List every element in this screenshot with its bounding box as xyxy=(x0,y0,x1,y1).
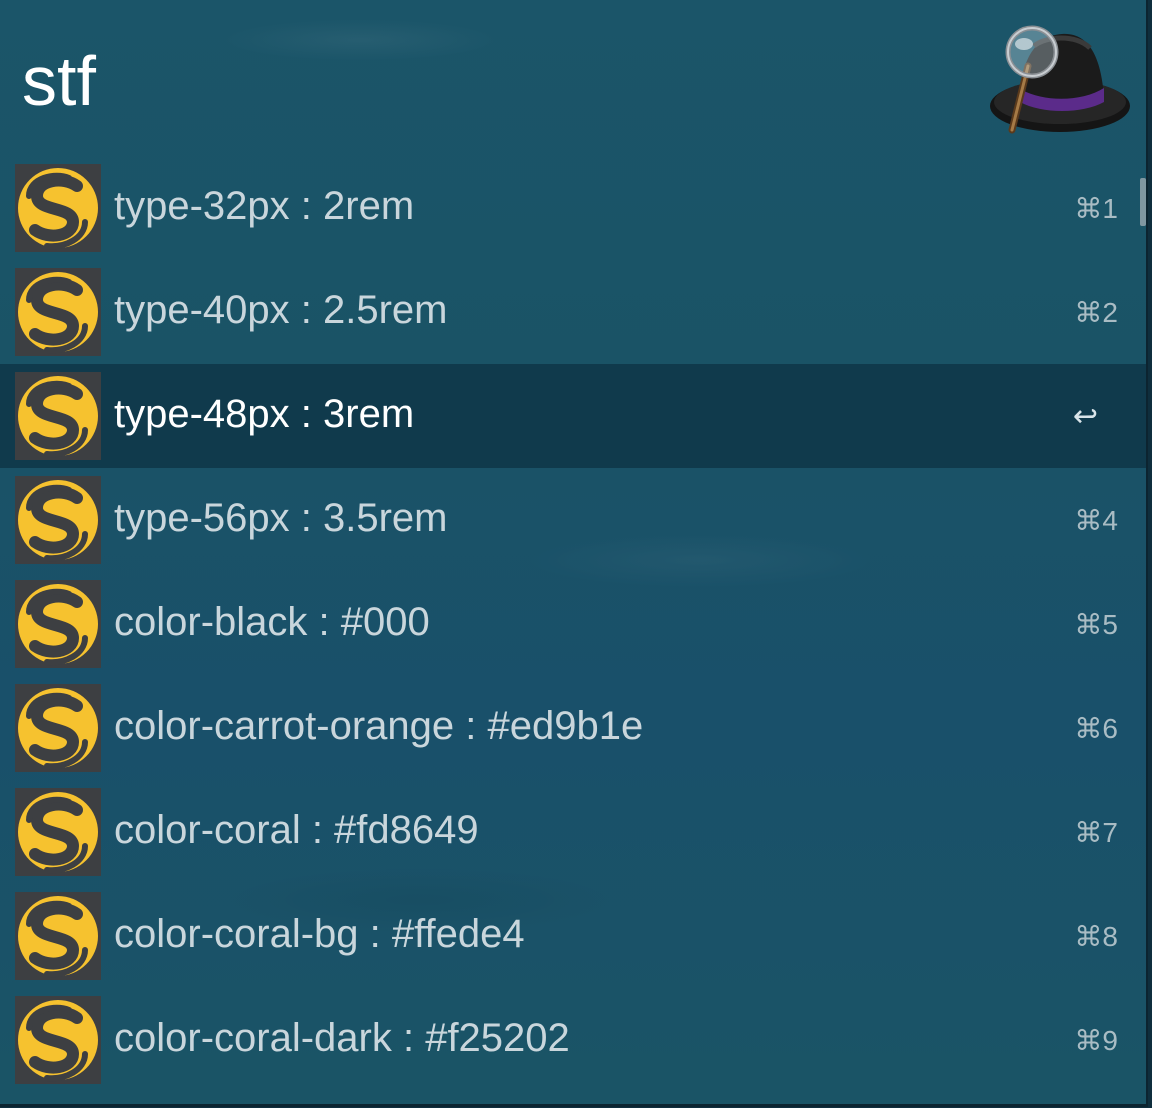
sass-s-logo-icon xyxy=(15,372,101,460)
sass-s-logo-icon xyxy=(15,684,101,772)
result-shortcut: ⌘1 xyxy=(1074,193,1118,224)
sass-s-logo-icon xyxy=(15,164,101,252)
result-title: color-coral-dark : #f25202 xyxy=(114,1016,570,1060)
search-bar[interactable]: stf xyxy=(0,0,1146,160)
alfred-window: stf type-32px : 2rem ⌘1 type-40px: 2.5r… xyxy=(0,0,1148,1107)
sass-s-logo-icon xyxy=(15,892,101,980)
result-title: type-40px : 2.5rem xyxy=(114,288,448,332)
sass-s-logo-icon xyxy=(15,476,101,564)
result-shortcut: ⌘9 xyxy=(1074,1025,1118,1056)
result-title: color-coral-bg : #ffede4 xyxy=(114,912,525,956)
result-shortcut: ⌘4 xyxy=(1074,505,1118,536)
result-item[interactable]: type-32px : 2rem ⌘1 xyxy=(0,156,1146,260)
result-shortcut: ⌘5 xyxy=(1074,609,1118,640)
result-item[interactable]: type-40px : 2.5rem ⌘2 xyxy=(0,260,1146,364)
result-item[interactable]: type-56px : 3.5rem ⌘4 xyxy=(0,468,1146,572)
result-item[interactable]: color-coral-bg : #ffede4 ⌘8 xyxy=(0,884,1146,988)
result-item[interactable]: color-coral : #fd8649 ⌘7 xyxy=(0,780,1146,884)
result-title: color-black : #000 xyxy=(114,600,430,644)
result-item[interactable]: color-coral-dark : #f25202 ⌘9 xyxy=(0,988,1146,1092)
result-shortcut: ⌘8 xyxy=(1074,921,1118,952)
result-item[interactable]: color-black : #000 ⌘5 xyxy=(0,572,1146,676)
scrollbar-thumb[interactable] xyxy=(1140,178,1146,226)
result-title: type-48px : 3rem xyxy=(114,392,415,436)
result-shortcut: ⌘2 xyxy=(1074,297,1118,328)
result-item[interactable]: color-carrot-orange : #ed9b1e ⌘6 xyxy=(0,676,1146,780)
result-title: type-32px : 2rem xyxy=(114,184,415,228)
result-title: type-56px : 3.5rem xyxy=(114,496,448,540)
results-list: type-32px : 2rem ⌘1 type-40px : 2.5rem ⌘… xyxy=(0,156,1146,1092)
result-shortcut: ⌘6 xyxy=(1074,713,1118,744)
sass-s-logo-icon xyxy=(15,580,101,668)
result-shortcut: ⌘7 xyxy=(1074,817,1118,848)
result-title: color-carrot-orange : #ed9b1e xyxy=(114,704,644,748)
result-item-selected[interactable]: type-48px : 3rem ↩ xyxy=(0,364,1146,468)
result-title: color-coral : #fd8649 xyxy=(114,808,479,852)
result-shortcut: ↩ xyxy=(1072,400,1098,433)
sass-s-logo-icon xyxy=(15,788,101,876)
search-input[interactable]: stf xyxy=(22,40,96,122)
sass-s-logo-icon xyxy=(15,996,101,1084)
sass-s-logo-icon xyxy=(15,268,101,356)
alfred-hat-magnifier-icon xyxy=(984,22,1132,140)
